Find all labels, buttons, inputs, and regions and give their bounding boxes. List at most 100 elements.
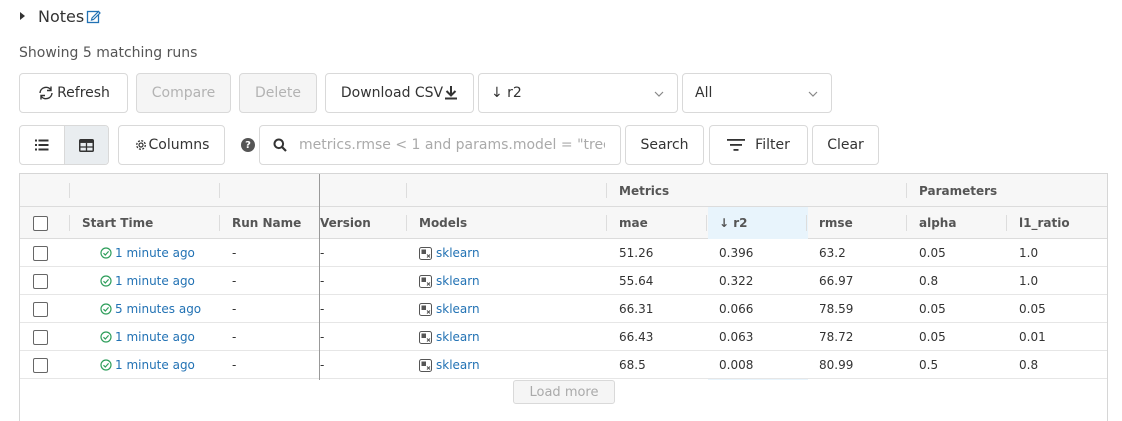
column-header-row: Start Time Run Name Version Models mae ↓… xyxy=(20,207,1107,239)
model-link[interactable]: sklearn xyxy=(436,274,480,288)
refresh-button[interactable]: Refresh xyxy=(19,73,128,113)
mae-cell: 68.5 xyxy=(619,358,646,372)
column-header-models[interactable]: Models xyxy=(419,207,467,239)
column-group-header-row: Metrics Parameters xyxy=(20,174,1107,207)
start-time-link[interactable]: 1 minute ago xyxy=(115,358,195,372)
column-header-rmse[interactable]: rmse xyxy=(819,207,853,239)
mae-cell: 66.31 xyxy=(619,302,654,316)
column-header-start-time[interactable]: Start Time xyxy=(82,207,153,239)
model-link[interactable]: sklearn xyxy=(436,302,480,316)
model-icon xyxy=(419,246,432,260)
start-time-link[interactable]: 1 minute ago xyxy=(115,274,195,288)
check-circle-icon xyxy=(100,331,112,343)
r2-cell: 0.066 xyxy=(719,302,754,316)
delete-button[interactable]: Delete xyxy=(239,73,317,113)
check-circle-icon xyxy=(100,359,112,371)
check-circle-icon xyxy=(100,275,112,287)
start-time-link[interactable]: 5 minutes ago xyxy=(115,302,201,316)
refresh-label: Refresh xyxy=(57,85,110,101)
start-time-link[interactable]: 1 minute ago xyxy=(115,246,195,260)
caret-right-icon[interactable] xyxy=(20,12,25,20)
load-more-button[interactable]: Load more xyxy=(513,380,615,404)
download-csv-button[interactable]: Download CSV xyxy=(325,73,474,113)
compare-button[interactable]: Compare xyxy=(136,73,231,113)
row-checkbox[interactable] xyxy=(33,301,48,317)
column-header-run-name[interactable]: Run Name xyxy=(232,207,301,239)
table-row[interactable]: 5 minutes ago - - sklearn 66.31 0.066 78… xyxy=(20,295,1107,323)
models-cell: sklearn xyxy=(419,323,480,351)
search-icon xyxy=(273,138,287,152)
sort-select-value: ↓ r2 xyxy=(491,85,522,101)
check-circle-icon xyxy=(100,247,112,259)
columns-button[interactable]: Columns xyxy=(118,125,225,165)
alpha-cell: 0.8 xyxy=(919,274,939,288)
filter-button[interactable]: Filter xyxy=(709,125,808,165)
model-icon xyxy=(419,358,432,372)
row-checkbox[interactable] xyxy=(33,273,48,289)
models-cell: sklearn xyxy=(419,295,480,323)
row-checkbox[interactable] xyxy=(33,357,48,373)
edit-icon[interactable] xyxy=(86,9,102,24)
select-all-checkbox-cell xyxy=(33,207,48,239)
r2-cell: 0.008 xyxy=(719,358,754,372)
run-name-cell: - xyxy=(232,246,237,260)
models-cell: sklearn xyxy=(419,351,480,379)
refresh-icon xyxy=(39,86,53,100)
download-icon xyxy=(445,86,458,100)
table-view-button[interactable] xyxy=(63,126,108,164)
models-cell: sklearn xyxy=(419,239,480,267)
runs-table: Metrics Parameters Start Time Run Name V… xyxy=(19,173,1108,421)
notes-section[interactable]: Notes xyxy=(20,5,102,27)
run-name-cell: - xyxy=(232,274,237,288)
check-circle-icon xyxy=(100,303,112,315)
models-cell: sklearn xyxy=(419,267,480,295)
chevron-down-icon xyxy=(808,91,818,97)
mae-cell: 66.43 xyxy=(619,330,654,344)
search-button[interactable]: Search xyxy=(625,125,704,165)
column-header-r2[interactable]: ↓ r2 xyxy=(708,207,808,239)
list-view-button[interactable] xyxy=(20,126,64,164)
model-link[interactable]: sklearn xyxy=(436,330,480,344)
column-header-version[interactable]: Version xyxy=(320,207,371,239)
table-row[interactable]: 1 minute ago - - sklearn 68.5 0.008 80.9… xyxy=(20,351,1107,379)
search-help-icon[interactable]: ? xyxy=(241,138,255,152)
sort-select[interactable]: ↓ r2 xyxy=(478,73,678,113)
alpha-cell: 0.05 xyxy=(919,330,946,344)
l1-ratio-cell: 0.05 xyxy=(1019,302,1046,316)
search-input[interactable] xyxy=(297,136,607,154)
row-checkbox[interactable] xyxy=(33,245,48,261)
column-header-mae[interactable]: mae xyxy=(619,207,648,239)
row-checkbox[interactable] xyxy=(33,329,48,345)
rmse-cell: 78.72 xyxy=(819,330,854,344)
row-checkbox-cell xyxy=(33,295,48,323)
search-field[interactable] xyxy=(259,125,621,165)
l1-ratio-cell: 1.0 xyxy=(1019,274,1039,288)
r2-cell: 0.396 xyxy=(719,246,754,260)
table-row[interactable]: 1 minute ago - - sklearn 51.26 0.396 63.… xyxy=(20,239,1107,267)
model-icon xyxy=(419,274,432,288)
model-icon xyxy=(419,302,432,316)
start-time-link[interactable]: 1 minute ago xyxy=(115,330,195,344)
row-checkbox-cell xyxy=(33,239,48,267)
run-name-cell: - xyxy=(232,302,237,316)
alpha-cell: 0.05 xyxy=(919,302,946,316)
table-row[interactable]: 1 minute ago - - sklearn 66.43 0.063 78.… xyxy=(20,323,1107,351)
lifecycle-filter-select[interactable]: All xyxy=(682,73,832,113)
filter-icon xyxy=(727,139,746,151)
rmse-cell: 80.99 xyxy=(819,358,854,372)
table-icon xyxy=(78,138,94,152)
model-link[interactable]: sklearn xyxy=(436,246,480,260)
run-name-cell: - xyxy=(232,330,237,344)
version-cell: - xyxy=(320,274,325,288)
clear-button[interactable]: Clear xyxy=(812,125,879,165)
select-all-checkbox[interactable] xyxy=(33,215,48,231)
view-toggle xyxy=(19,125,109,165)
table-row[interactable]: 1 minute ago - - sklearn 55.64 0.322 66.… xyxy=(20,267,1107,295)
column-header-alpha[interactable]: alpha xyxy=(919,207,956,239)
model-link[interactable]: sklearn xyxy=(436,358,480,372)
download-csv-label: Download CSV xyxy=(340,85,444,101)
start-time-cell: 1 minute ago xyxy=(100,323,195,351)
version-cell: - xyxy=(320,330,325,344)
column-header-l1-ratio[interactable]: l1_ratio xyxy=(1019,207,1070,239)
alpha-cell: 0.5 xyxy=(919,358,939,372)
